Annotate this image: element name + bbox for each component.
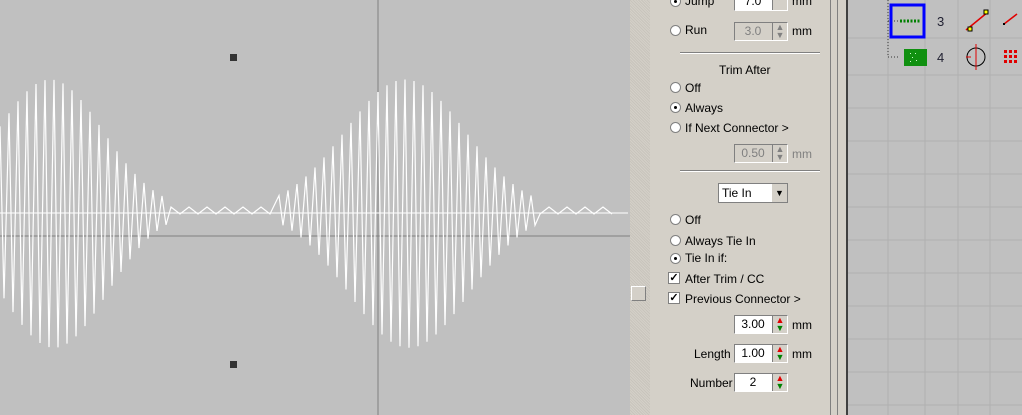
grid-fill-icon[interactable] — [1004, 50, 1017, 63]
previous-connector-value: 3.00 — [741, 317, 765, 331]
always-tie-in-radio[interactable] — [670, 235, 681, 246]
previous-connector-spinner[interactable]: 3.00 ▲ ▼ — [734, 315, 788, 334]
jump-value: 7.0 — [744, 0, 762, 8]
spin-icon[interactable]: ▲ ▼ — [772, 345, 787, 362]
after-trim-label: After Trim / CC — [685, 272, 765, 286]
stitch-path — [0, 79, 628, 348]
tie-off-label: Off — [685, 213, 701, 227]
previous-connector-checkbox[interactable]: ✓ — [668, 292, 680, 304]
fill-block-thumbnail[interactable] — [904, 49, 927, 66]
number-label: Number — [690, 376, 733, 390]
run-radio[interactable] — [670, 25, 681, 36]
run-icon[interactable] — [1003, 13, 1018, 25]
spin-icon[interactable]: ▼ — [772, 0, 787, 10]
unit-label: mm — [792, 0, 812, 8]
number-value: 2 — [749, 375, 757, 389]
length-label: Length — [694, 347, 731, 361]
previous-connector-label: Previous Connector > — [685, 292, 801, 306]
trim-if-next-radio[interactable] — [670, 122, 681, 133]
run-label: Run — [685, 23, 708, 37]
tie-in-select-value: Tie In — [722, 186, 752, 200]
jump-label: Jump — [685, 0, 715, 8]
spin-icon[interactable]: ▲ ▼ — [772, 316, 787, 333]
stitch-preview — [0, 0, 630, 415]
splitter-button[interactable] — [631, 286, 646, 301]
trim-always-radio[interactable] — [670, 102, 681, 113]
stitch-line — [0, 79, 613, 348]
jump-radio[interactable] — [670, 0, 681, 7]
unit-label: mm — [792, 318, 812, 332]
tie-in-select[interactable]: Tie In ▼ — [718, 183, 788, 203]
selection-handle-bottom[interactable] — [230, 361, 237, 368]
trim-next-spinner[interactable]: 0.50 ▲ ▼ — [734, 144, 788, 163]
design-canvas[interactable] — [0, 0, 630, 415]
tie-off-radio[interactable] — [670, 214, 681, 225]
divider — [680, 52, 820, 54]
circle-fill-icon[interactable] — [966, 44, 986, 70]
run-value: 3.0 — [744, 24, 762, 38]
spin-icon[interactable]: ▲ ▼ — [772, 145, 787, 162]
jump-spinner[interactable]: 7.0 ▼ — [734, 0, 788, 11]
splitter[interactable] — [630, 0, 650, 415]
trim-off-radio[interactable] — [670, 82, 681, 93]
object-number: 4 — [937, 50, 944, 65]
panel-border — [830, 0, 848, 415]
selection-handle-top[interactable] — [230, 54, 237, 61]
length-spinner[interactable]: 1.00 ▲ ▼ — [734, 344, 788, 363]
length-value: 1.00 — [741, 346, 765, 360]
satin-run-icon[interactable] — [965, 9, 989, 32]
trim-if-next-label: If Next Connector > — [685, 121, 789, 135]
spin-icon[interactable]: ▲ ▼ — [772, 374, 787, 391]
after-trim-checkbox[interactable]: ✓ — [668, 272, 680, 284]
spin-icon[interactable]: ▲ ▼ — [772, 23, 787, 40]
unit-label: mm — [792, 347, 812, 361]
unit-label: mm — [792, 24, 812, 38]
object-grid: 3 4 — [848, 0, 1022, 415]
trim-next-value: 0.50 — [741, 146, 765, 160]
object-number: 3 — [937, 14, 944, 29]
number-spinner[interactable]: 2 ▲ ▼ — [734, 373, 788, 392]
trim-always-label: Always — [685, 101, 724, 115]
chevron-down-icon[interactable]: ▼ — [771, 184, 787, 202]
tie-in-if-radio[interactable] — [670, 253, 681, 264]
always-tie-in-label: Always Tie In — [685, 234, 756, 248]
unit-label: mm — [792, 147, 812, 161]
run-spinner[interactable]: 3.0 ▲ ▼ — [734, 22, 788, 41]
trim-after-heading: Trim After — [719, 63, 771, 77]
tie-in-if-label: Tie In if: — [685, 251, 728, 265]
trim-off-label: Off — [685, 81, 701, 95]
divider — [680, 170, 820, 172]
properties-panel: Jump 7.0 ▼ mm Run 3.0 ▲▼ mm Trim After Off… — [650, 0, 830, 415]
object-list: 3 4 — [848, 0, 1022, 415]
satin-run-thumbnail[interactable] — [889, 3, 926, 39]
